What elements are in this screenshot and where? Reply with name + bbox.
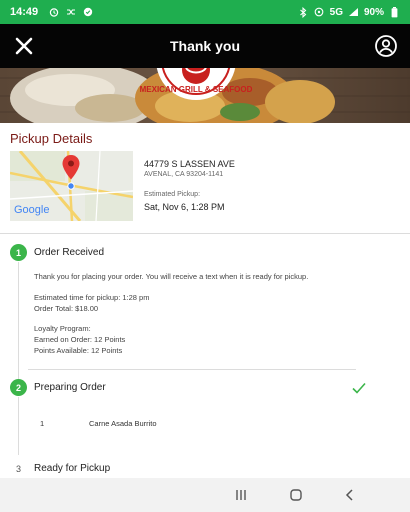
wifi-alarm-icon xyxy=(314,7,325,18)
hero-logo-text: MEXICAN GRILL & SEAFOOD xyxy=(140,85,253,94)
home-button[interactable] xyxy=(287,486,305,504)
estimated-time-text: Estimated time for pickup: 1:28 pm xyxy=(34,293,150,302)
page-title: Thank you xyxy=(169,38,240,54)
step-connector xyxy=(18,262,19,380)
address-line-2: AVENAL, CA 93204-1141 xyxy=(144,171,224,178)
order-total-text: Order Total: $18.00 xyxy=(34,304,99,313)
account-button[interactable] xyxy=(374,34,398,58)
divider xyxy=(28,369,356,370)
status-bar: 14:49 5G 90% xyxy=(0,0,410,24)
battery-label: 90% xyxy=(363,6,384,18)
bluetooth-icon xyxy=(298,6,309,18)
account-icon xyxy=(375,35,397,57)
step-2-title: Preparing Order xyxy=(34,382,106,393)
network-label: 5G xyxy=(329,6,343,18)
back-icon xyxy=(345,489,353,501)
step-2-badge: 2 xyxy=(10,379,27,396)
pickup-map[interactable]: Google xyxy=(10,151,133,221)
loyalty-available-text: Points Available: 12 Points xyxy=(34,346,123,355)
estimated-pickup-value: Sat, Nov 6, 1:28 PM xyxy=(144,202,225,212)
system-nav-bar xyxy=(0,478,410,512)
check-icon xyxy=(352,381,366,394)
step-3-badge: 3 xyxy=(15,463,21,474)
shuffle-icon xyxy=(65,7,76,18)
loyalty-earned-text: Earned on Order: 12 Points xyxy=(34,335,126,344)
home-icon xyxy=(290,489,302,501)
close-icon xyxy=(15,37,33,55)
close-button[interactable] xyxy=(12,34,36,58)
estimated-pickup-label: Estimated Pickup: xyxy=(144,191,201,198)
order-item-name: Carne Asada Burrito xyxy=(89,419,157,428)
message-icon xyxy=(82,7,93,18)
alarm-icon xyxy=(48,7,59,18)
hero-image: MEXICAN GRILL & SEAFOOD xyxy=(0,68,410,123)
step-1-badge: 1 xyxy=(10,244,27,261)
step-3-title: Ready for Pickup xyxy=(34,463,111,474)
pickup-details-title: Pickup Details xyxy=(10,131,93,146)
map-google-logo: Google xyxy=(14,204,49,216)
address-line-1: 44779 S LASSEN AVE xyxy=(144,159,235,169)
status-time: 14:49 xyxy=(10,6,39,18)
signal-icon xyxy=(348,7,359,18)
divider xyxy=(0,233,410,234)
recent-apps-icon xyxy=(236,490,246,500)
step-connector xyxy=(18,397,19,455)
status-right: 5G 90% xyxy=(298,6,400,18)
map-graphic: Google xyxy=(10,151,133,221)
app-bar: Thank you xyxy=(0,24,410,68)
recent-apps-button[interactable] xyxy=(232,486,250,504)
status-left: 14:49 xyxy=(10,6,93,18)
order-received-message: Thank you for placing your order. You wi… xyxy=(34,272,309,281)
step-1-title: Order Received xyxy=(34,247,105,258)
battery-icon xyxy=(389,6,400,18)
order-item-qty: 1 xyxy=(40,419,45,428)
hero-food-photo: MEXICAN GRILL & SEAFOOD xyxy=(0,68,410,123)
back-button[interactable] xyxy=(341,486,359,504)
loyalty-label: Loyalty Program: xyxy=(34,324,91,333)
